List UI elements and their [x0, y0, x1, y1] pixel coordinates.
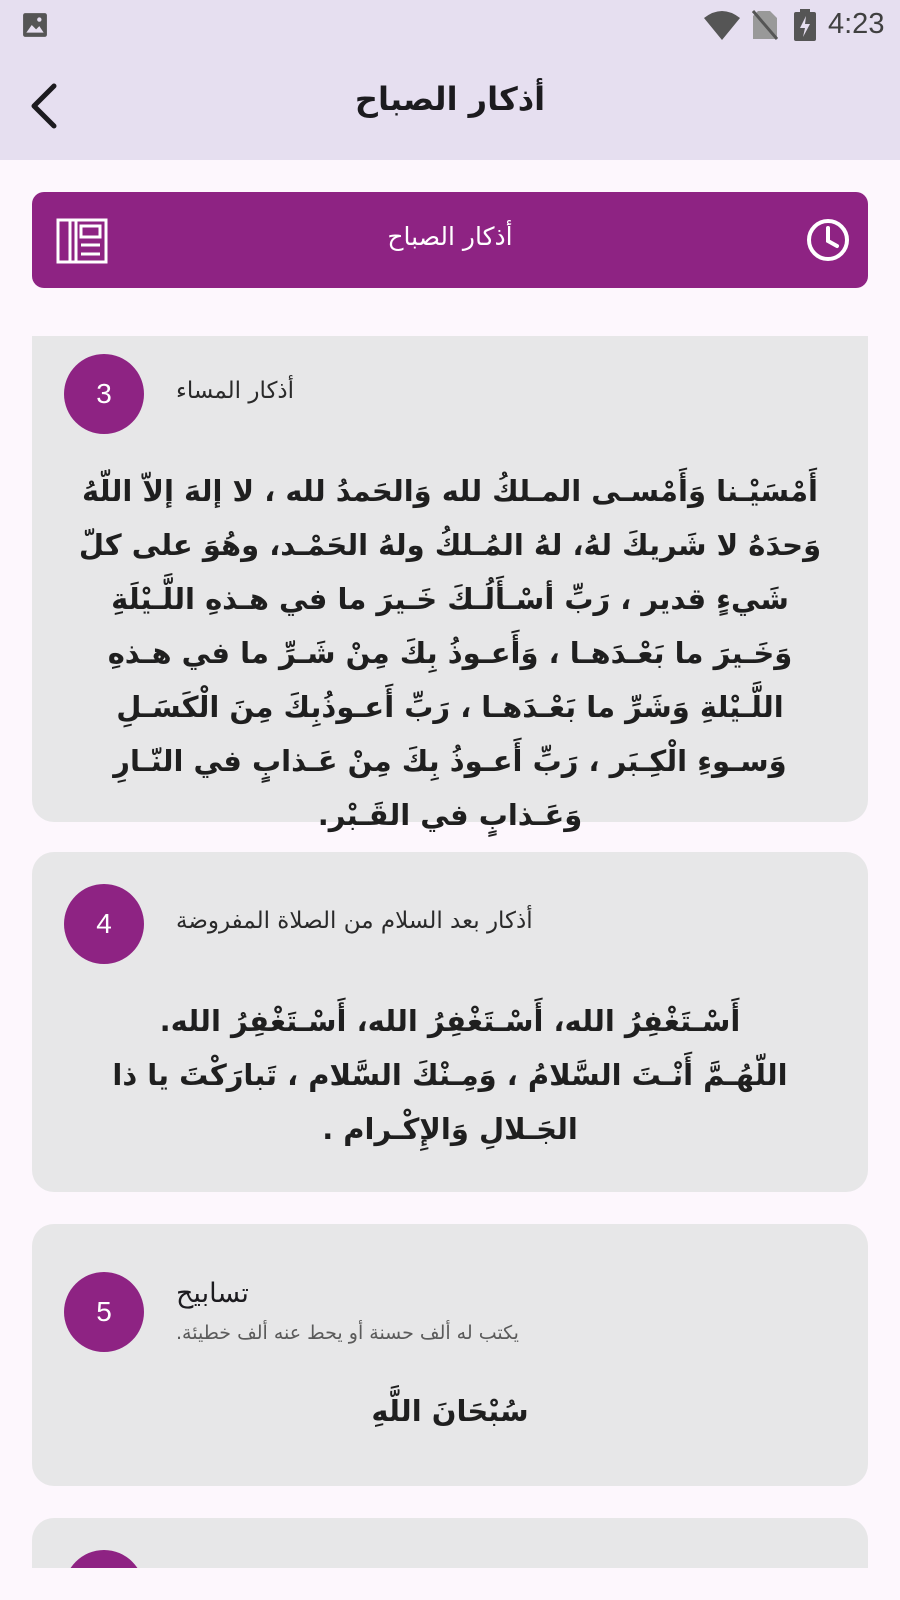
status-time: 4:23 [828, 8, 885, 40]
battery-charging-icon [794, 9, 816, 41]
card-number-badge: 4 [64, 884, 144, 964]
no-sim-icon [752, 10, 778, 40]
card-number-badge [64, 1550, 144, 1568]
dhikr-text: أَسْـتَغْفِرُ الله، أَسْـتَغْفِرُ الله، … [112, 1004, 788, 1146]
card-category-title: تسابيح [176, 1278, 249, 1309]
status-bar: 4:23 [0, 0, 900, 50]
dhikr-card[interactable]: 5 تسابيح يكتب له ألف حسنة أو يحط عنه ألف… [32, 1224, 868, 1486]
dhikr-list[interactable]: 3 أذكار المساء أَمْسَيْـنا وَأَمْسـى الم… [0, 336, 900, 1568]
dhikr-card[interactable]: 4 أذكار بعد السلام من الصلاة المفروضة أَ… [32, 852, 868, 1192]
dhikr-text: سُبْحَانَ اللَّهِ [371, 1394, 529, 1428]
app-bar: أذكار الصباح [0, 50, 900, 160]
dhikr-card[interactable]: 3 أذكار المساء أَمْسَيْـنا وَأَمْسـى الم… [32, 336, 868, 832]
category-banner[interactable]: أذكار الصباح [32, 192, 868, 288]
card-category-title: أذكار المساء [176, 378, 295, 404]
wifi-icon [704, 11, 740, 40]
card-subtitle: يكتب له ألف حسنة أو يحط عنه ألف خطيئة. [176, 1322, 519, 1344]
dhikr-card[interactable] [32, 1518, 868, 1568]
dhikr-text: أَمْسَيْـنا وَأَمْسـى المـلكُ لله وَالحَ… [78, 474, 822, 832]
clock-icon[interactable] [806, 218, 850, 262]
page-title: أذكار الصباح [354, 80, 546, 118]
card-number-badge: 3 [64, 354, 144, 434]
card-number-badge: 5 [64, 1272, 144, 1352]
banner-title: أذكار الصباح [387, 222, 513, 251]
gallery-icon [23, 13, 47, 37]
card-category-title: أذكار بعد السلام من الصلاة المفروضة [176, 908, 533, 934]
